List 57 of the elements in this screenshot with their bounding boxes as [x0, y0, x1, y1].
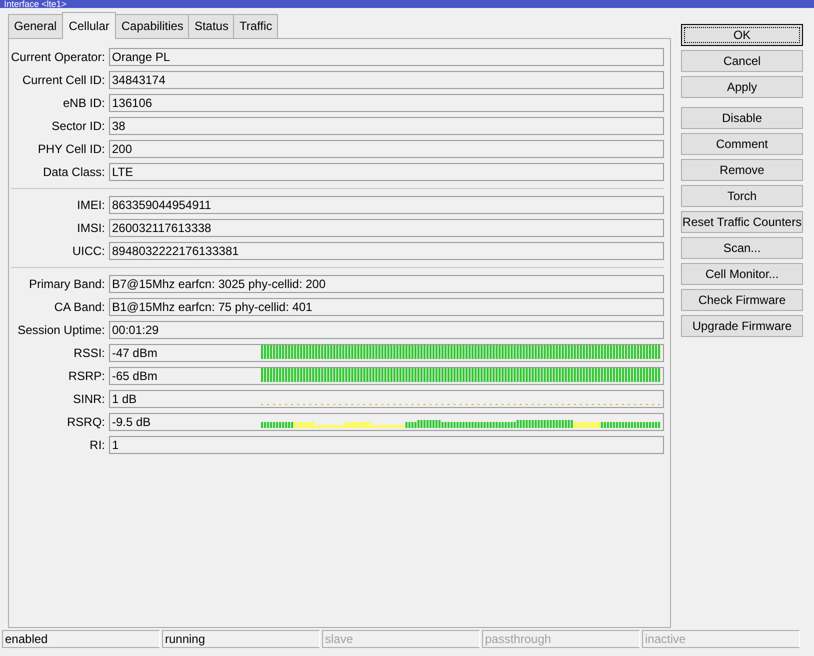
field-label: RSRQ: — [66, 414, 106, 430]
tab[interactable]: Cellular — [62, 12, 116, 39]
dialog-button[interactable]: Check Firmware — [681, 289, 803, 311]
dialog-button[interactable]: Torch — [681, 185, 803, 207]
dialog-button[interactable]: Remove — [681, 159, 803, 181]
window-title: Interface <lte1> — [4, 0, 67, 8]
tab[interactable]: Status — [188, 14, 234, 38]
field-label: RSRP: — [67, 368, 106, 384]
field[interactable]: 38 — [109, 116, 664, 134]
field-label: UICC: — [71, 242, 106, 260]
field-label: RI: — [88, 436, 106, 454]
tab[interactable]: General — [8, 14, 63, 38]
field[interactable]: 34843174 — [109, 70, 664, 88]
field-label: Session Uptime: — [16, 322, 106, 338]
field-label: CA Band: — [53, 298, 106, 316]
dialog-button[interactable]: Cell Monitor... — [681, 263, 803, 285]
field-label: Sector ID: — [50, 118, 106, 134]
status-field: enabled — [2, 630, 160, 648]
dialog-button[interactable]: Disable — [681, 107, 803, 129]
dialog-button[interactable]: Apply — [681, 76, 803, 98]
dialog-button[interactable]: Cancel — [681, 50, 803, 72]
field-label: IMSI: — [76, 220, 106, 236]
field-label: SINR: — [72, 390, 106, 408]
field[interactable]: -9.5 dB — [109, 412, 664, 430]
field-label: PHY Cell ID: — [36, 140, 106, 158]
dialog-button[interactable]: Reset Traffic Counters — [681, 211, 803, 233]
status-field: passthrough — [482, 630, 640, 648]
field-label: RSSI: — [72, 344, 106, 362]
field[interactable]: B1@15Mhz earfcn: 75 phy-cellid: 401 — [109, 298, 664, 316]
field[interactable]: B7@15Mhz earfcn: 3025 phy-cellid: 200 — [109, 274, 664, 292]
field-label: Current Cell ID: — [21, 72, 106, 88]
field[interactable]: 200 — [109, 140, 664, 158]
field[interactable]: 00:01:29 — [109, 320, 664, 338]
field[interactable]: 8948032222176133381 — [109, 242, 664, 260]
field[interactable]: LTE — [109, 162, 664, 180]
status-field: slave — [322, 630, 480, 648]
field[interactable]: -47 dBm — [109, 344, 664, 362]
tab[interactable]: Traffic — [233, 14, 278, 38]
field[interactable]: 136106 — [109, 94, 664, 112]
field[interactable]: 863359044954911 — [109, 196, 664, 214]
dialog-button[interactable]: Scan... — [681, 237, 803, 259]
field-label: Current Operator: — [11, 48, 106, 66]
field-label: Primary Band: — [28, 276, 106, 292]
field[interactable]: 1 dB — [109, 390, 664, 408]
field[interactable]: -65 dBm — [109, 366, 664, 384]
status-field: running — [162, 630, 320, 648]
field[interactable]: 1 — [109, 436, 664, 454]
dialog-button[interactable]: Upgrade Firmware — [681, 315, 803, 337]
field-label: Data Class: — [42, 164, 106, 180]
field[interactable]: Orange PL — [109, 48, 664, 66]
dialog-button[interactable]: Comment — [681, 133, 803, 155]
field[interactable]: 260032117613338 — [109, 218, 664, 236]
status-field: inactive — [642, 630, 800, 648]
dialog-button[interactable]: OK — [681, 24, 803, 46]
field-label: eNB ID: — [62, 94, 106, 112]
field-label: IMEI: — [76, 196, 106, 214]
tab[interactable]: Capabilities — [115, 14, 190, 38]
